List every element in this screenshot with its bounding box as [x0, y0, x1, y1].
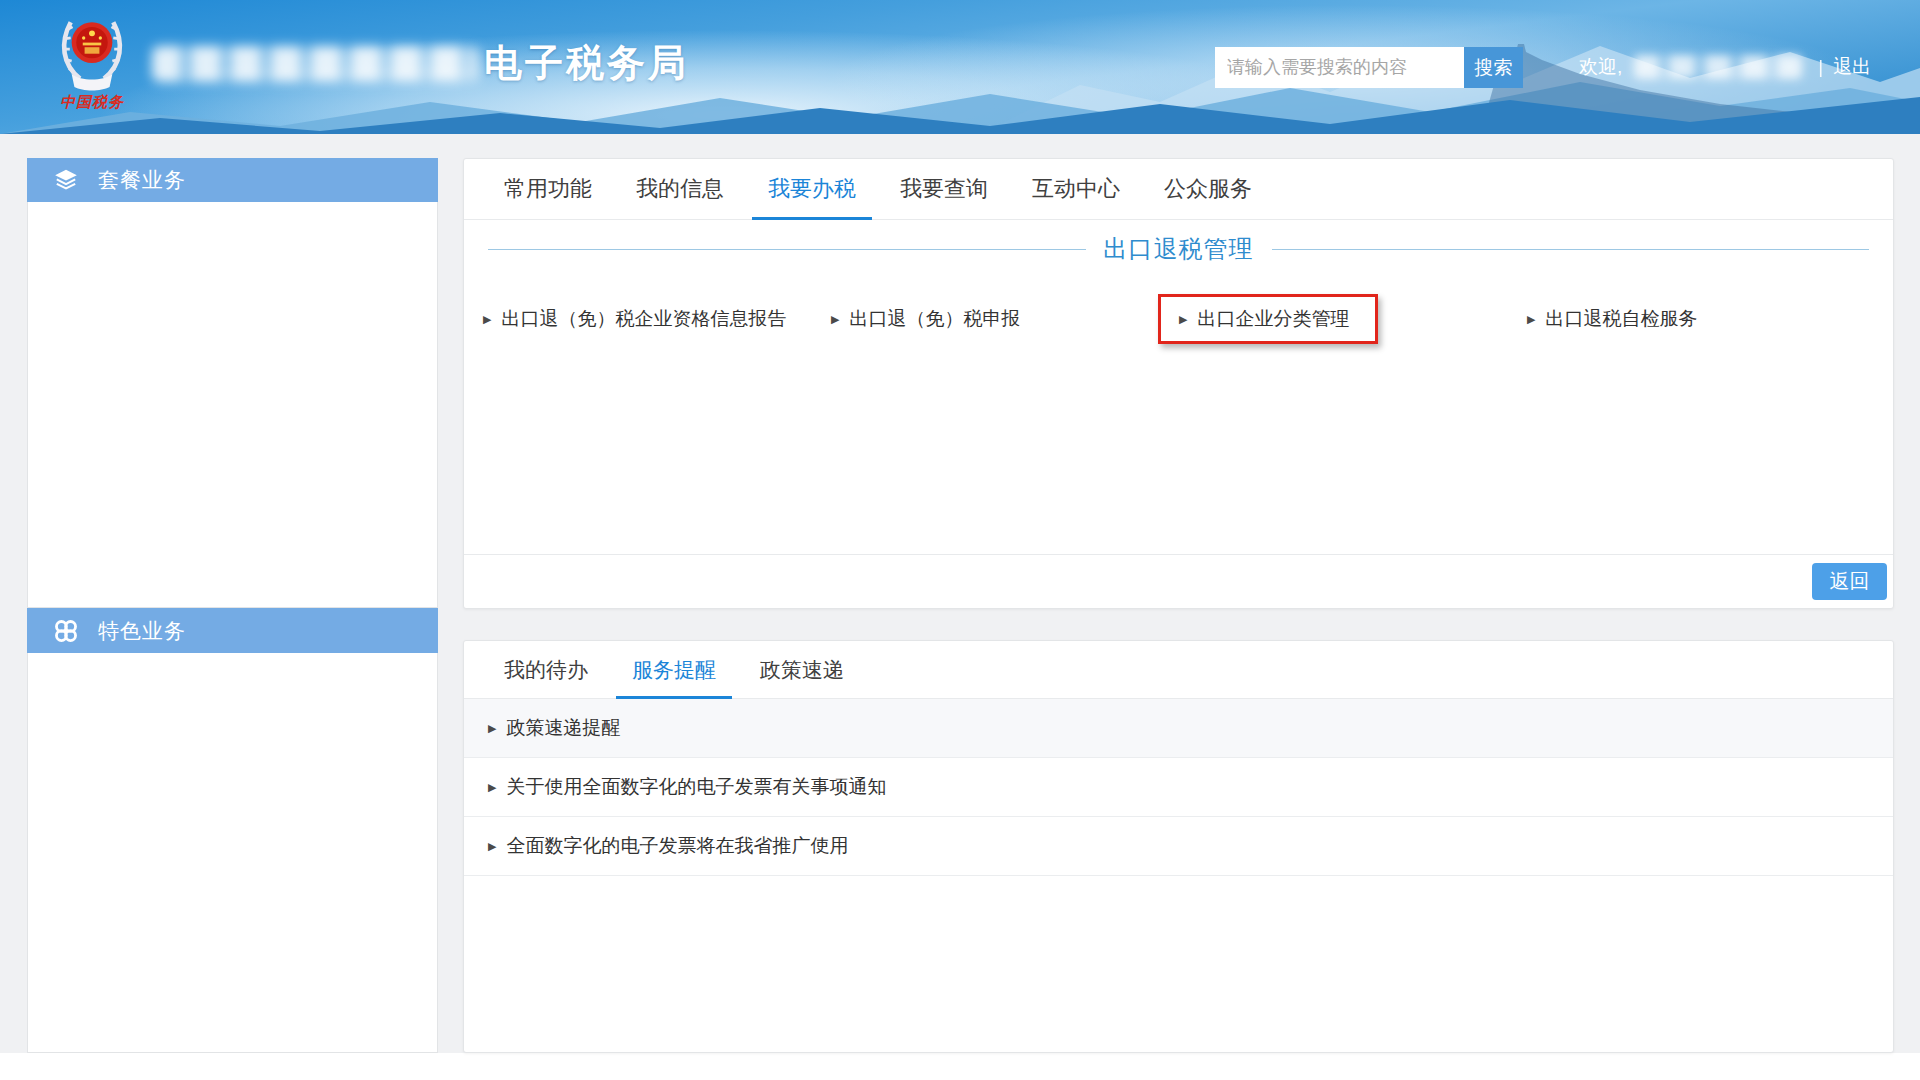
tab-my-query[interactable]: 我要查询: [884, 159, 1004, 219]
sidebar-section-label: 套餐业务: [98, 166, 186, 194]
divider-line: [488, 249, 1086, 250]
caret-right-icon: ▶: [483, 313, 491, 326]
site-title: 电子税务局: [484, 38, 689, 89]
menu-item-export-selfcheck[interactable]: ▶ 出口退税自检服务: [1506, 294, 1726, 344]
caret-right-icon: ▶: [488, 781, 496, 794]
grid-icon: [53, 618, 79, 644]
logo-caption: 中国税务: [46, 93, 138, 112]
tab-tax-handling[interactable]: 我要办税: [752, 159, 872, 219]
header-search: 搜索: [1215, 47, 1523, 88]
caret-right-icon: ▶: [1527, 313, 1535, 326]
sidebar-section-label: 特色业务: [98, 617, 186, 645]
redacted-org-name: [152, 46, 478, 82]
divider-line: [1272, 249, 1870, 250]
tab-policy-express[interactable]: 政策速递: [744, 641, 860, 698]
main-tabs: 常用功能 我的信息 我要办税 我要查询 互动中心 公众服务: [464, 159, 1893, 220]
redacted-username: [1634, 55, 1802, 79]
bottom-strip: [0, 1053, 1920, 1080]
caret-right-icon: ▶: [488, 722, 496, 735]
tab-interaction-center[interactable]: 互动中心: [1016, 159, 1136, 219]
notice-tabs: 我的待办 服务提醒 政策速递: [464, 641, 1893, 699]
header: 中国税务 电子税务局 搜索 欢迎, | 退出: [0, 0, 1920, 134]
tab-common-functions[interactable]: 常用功能: [488, 159, 608, 219]
section-title: 出口退税管理: [1104, 233, 1254, 265]
tab-public-service[interactable]: 公众服务: [1148, 159, 1268, 219]
menu-item-export-qualification[interactable]: ▶ 出口退（免）税企业资格信息报告: [462, 294, 815, 344]
notice-list: ▶ 政策速递提醒 ▶ 关于使用全面数字化的电子发票有关事项通知 ▶ 全面数字化的…: [464, 699, 1893, 876]
tax-emblem-icon: [55, 7, 129, 93]
export-menu: ▶ 出口退（免）税企业资格信息报告 ▶ 出口退（免）税申报 ▶ 出口企业分类管理…: [464, 294, 1893, 344]
sidebar-package-body: [27, 202, 438, 608]
menu-item-export-declare[interactable]: ▶ 出口退（免）税申报: [810, 294, 1049, 344]
tax-logo: 中国税务: [46, 7, 138, 112]
back-button[interactable]: 返回: [1812, 563, 1887, 600]
panel-footer: 返回: [464, 554, 1893, 608]
caret-right-icon: ▶: [488, 840, 496, 853]
caret-right-icon: ▶: [1179, 313, 1187, 326]
sidebar-section-package[interactable]: 套餐业务: [27, 158, 438, 202]
notice-panel: 我的待办 服务提醒 政策速递 ▶ 政策速递提醒 ▶ 关于使用全面数字化的电子发票…: [463, 640, 1894, 1053]
welcome-label: 欢迎,: [1579, 54, 1622, 80]
caret-right-icon: ▶: [831, 313, 839, 326]
sidebar-special-body: [27, 653, 438, 1053]
sidebar-section-special[interactable]: 特色业务: [27, 608, 438, 653]
sidebar: 套餐业务 特色业务: [27, 158, 438, 1053]
main-panel: 常用功能 我的信息 我要办税 我要查询 互动中心 公众服务 出口退税管理 ▶ 出…: [463, 158, 1894, 609]
notice-item[interactable]: ▶ 全面数字化的电子发票将在我省推广使用: [464, 817, 1893, 876]
section-header: 出口退税管理: [488, 234, 1869, 264]
notice-item[interactable]: ▶ 政策速递提醒: [464, 699, 1893, 758]
divider: |: [1818, 56, 1823, 78]
welcome-area: 欢迎, | 退出: [1579, 0, 1871, 134]
layers-icon: [53, 167, 79, 193]
tab-my-info[interactable]: 我的信息: [620, 159, 740, 219]
tab-my-todo[interactable]: 我的待办: [488, 641, 604, 698]
logout-link[interactable]: 退出: [1833, 54, 1871, 80]
notice-item[interactable]: ▶ 关于使用全面数字化的电子发票有关事项通知: [464, 758, 1893, 817]
menu-item-export-classification[interactable]: ▶ 出口企业分类管理: [1158, 294, 1378, 344]
tab-service-reminder[interactable]: 服务提醒: [616, 641, 732, 698]
search-input[interactable]: [1215, 47, 1464, 88]
search-button[interactable]: 搜索: [1464, 47, 1523, 88]
